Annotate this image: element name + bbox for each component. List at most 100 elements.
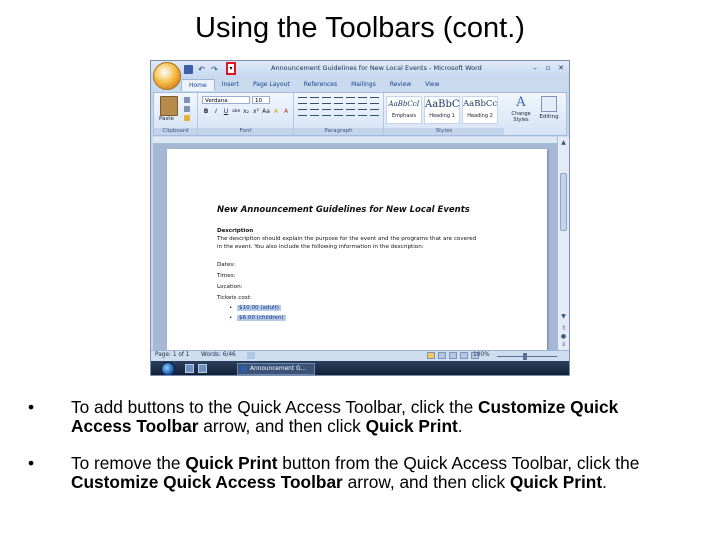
bullet-dot: • [28, 453, 35, 473]
tab-page-layout[interactable]: Page Layout [246, 79, 297, 91]
scroll-down-icon[interactable]: ▼ [559, 313, 568, 320]
binoculars-icon [541, 96, 557, 112]
tab-references[interactable]: References [297, 79, 344, 91]
decrease-indent-icon[interactable] [334, 97, 343, 104]
zoom-slider[interactable] [497, 356, 557, 357]
align-left-icon[interactable] [298, 109, 307, 116]
numbering-icon[interactable] [310, 97, 319, 104]
start-button[interactable] [161, 362, 175, 375]
field-times: Times: [217, 273, 236, 279]
full-screen-reading-icon[interactable] [438, 352, 446, 359]
align-right-icon[interactable] [322, 109, 331, 116]
status-bar: Page: 1 of 1 Words: 6/46 100% [151, 350, 569, 361]
highlight-color-button[interactable]: A [272, 108, 280, 116]
superscript-button[interactable]: x² [252, 108, 260, 116]
font-size-box[interactable]: 10 [252, 96, 270, 104]
maximize-button[interactable]: ▫ [543, 63, 553, 73]
style-heading-2[interactable]: AaBbCc Heading 2 [462, 96, 498, 124]
cut-icon[interactable] [184, 97, 190, 103]
paragraph-group-label: Paragraph [294, 128, 383, 135]
bullet-text-run: button from the Quick Access Toolbar, cl… [277, 453, 640, 473]
styles-group-label: Styles [384, 128, 504, 135]
outline-icon[interactable] [460, 352, 468, 359]
web-layout-icon[interactable] [449, 352, 457, 359]
font-color-button[interactable]: A [282, 108, 290, 116]
multilevel-list-icon[interactable] [322, 97, 331, 104]
slide-title: Using the Toolbars (cont.) [195, 12, 525, 44]
show-marks-icon[interactable] [370, 97, 379, 104]
page-count[interactable]: Page: 1 of 1 [155, 352, 189, 358]
paste-button-label[interactable]: Paste [159, 116, 174, 122]
bullet-text-bold-run: Customize Quick Access Toolbar [71, 472, 343, 492]
bullet-text-bold-run: Quick Print [185, 453, 278, 473]
styles-group: AaBbCcI Emphasis AaBbC Heading 1 AaBbCc … [384, 93, 560, 135]
tab-mailings[interactable]: Mailings [344, 79, 383, 91]
sort-icon[interactable] [358, 97, 367, 104]
bold-button[interactable]: B [202, 108, 210, 116]
ruler [153, 137, 557, 144]
font-name-box[interactable]: Verdana [202, 96, 250, 104]
vertical-scrollbar[interactable]: ▲ ▼ ⇑ ● ⇓ [557, 137, 569, 350]
customize-quick-access-toolbar-button[interactable]: ▾ [226, 62, 236, 75]
print-layout-icon[interactable] [427, 352, 435, 359]
bullet-item: • To remove the Quick Print button from … [28, 454, 678, 492]
copy-icon[interactable] [184, 106, 190, 112]
next-page-icon[interactable]: ⇓ [559, 341, 568, 348]
browse-object-icon[interactable]: ● [559, 333, 568, 340]
minimize-button[interactable]: – [530, 63, 540, 73]
show-desktop-icon[interactable] [185, 364, 194, 373]
chevron-down-icon: ▾ [229, 65, 233, 72]
switch-windows-icon[interactable] [198, 364, 207, 373]
ticket-item-text: $10.00 (adult) [237, 305, 281, 311]
italic-button[interactable]: I [212, 108, 220, 116]
proofing-icon[interactable] [247, 352, 255, 359]
redo-icon[interactable]: ↷ [210, 65, 219, 74]
align-center-icon[interactable] [310, 109, 319, 116]
scroll-up-icon[interactable]: ▲ [559, 139, 568, 146]
tab-review[interactable]: Review [383, 79, 418, 91]
ticket-item: • $10.00 (adult) [229, 304, 281, 312]
line-spacing-icon[interactable] [346, 109, 355, 116]
word-count[interactable]: Words: 6/46 [201, 352, 236, 358]
editing-label: Editing [539, 114, 559, 120]
editing-button[interactable]: Editing [536, 95, 562, 120]
strikethrough-button[interactable]: abe [232, 108, 240, 116]
tab-insert[interactable]: Insert [215, 79, 246, 91]
change-case-button[interactable]: Aa [262, 108, 270, 116]
increase-indent-icon[interactable] [346, 97, 355, 104]
justify-icon[interactable] [334, 109, 343, 116]
clipboard-group-label: Clipboard [154, 128, 197, 135]
quick-access-toolbar: ↶ ↷ [184, 64, 219, 75]
previous-page-icon[interactable]: ⇑ [559, 325, 568, 332]
font-group: Verdana 10 B I U abe x₂ x² Aa A A Font [198, 93, 294, 135]
font-format-buttons: B I U abe x₂ x² Aa A A [202, 108, 290, 116]
tab-view[interactable]: View [418, 79, 446, 91]
subscript-button[interactable]: x₂ [242, 108, 250, 116]
bullets-icon[interactable] [298, 97, 307, 104]
change-styles-button[interactable]: A Change Styles [509, 95, 533, 123]
paste-icon[interactable] [160, 96, 178, 116]
style-heading-1-name: Heading 1 [429, 113, 455, 119]
close-button[interactable]: ✕ [556, 63, 566, 73]
tab-home[interactable]: Home [181, 79, 215, 91]
zoom-level[interactable]: 100% [473, 352, 490, 358]
scroll-thumb[interactable] [560, 173, 567, 231]
window-controls: – ▫ ✕ [530, 63, 566, 73]
style-emphasis[interactable]: AaBbCcI Emphasis [386, 96, 422, 124]
bullet-dot: • [28, 397, 35, 417]
bullet-dot: • [229, 305, 233, 311]
save-icon[interactable] [184, 65, 193, 74]
shading-icon[interactable] [358, 109, 367, 116]
change-styles-icon: A [516, 95, 526, 110]
office-button[interactable] [153, 62, 181, 90]
style-heading-1[interactable]: AaBbC Heading 1 [424, 96, 460, 124]
bullet-item: • To add buttons to the Quick Access Too… [28, 398, 678, 436]
undo-icon[interactable]: ↶ [197, 65, 206, 74]
borders-icon[interactable] [370, 109, 379, 116]
taskbar-word-task[interactable]: Announcement G... [237, 363, 315, 375]
zoom-slider-thumb[interactable] [523, 353, 527, 360]
underline-button[interactable]: U [222, 108, 230, 116]
document-page[interactable]: New Announcement Guidelines for New Loca… [167, 149, 547, 350]
format-painter-icon[interactable] [184, 115, 190, 121]
ribbon-tabs: Home Insert Page Layout References Maili… [181, 79, 446, 91]
